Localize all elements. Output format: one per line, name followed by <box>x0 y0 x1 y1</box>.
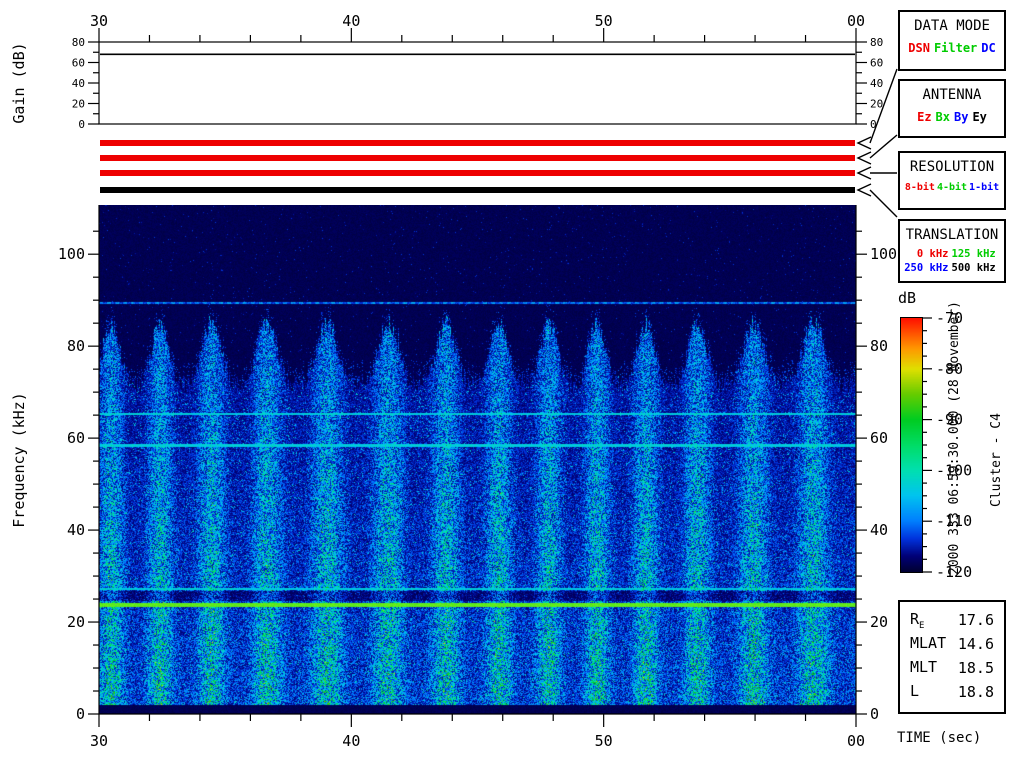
gain-ytick-label-left: 40 <box>72 77 85 90</box>
translation-500khz: 500 kHz <box>951 262 996 274</box>
data-mode-dc: DC <box>981 41 996 55</box>
gain-ytick-label-left: 80 <box>72 36 85 49</box>
time-tick-label-top: 00 <box>847 12 865 30</box>
freq-ytick-label-right: 60 <box>870 429 888 447</box>
time-tick-label-top: 30 <box>90 12 108 30</box>
colorbar-tick-label: -110 <box>936 512 972 530</box>
data-mode-title: DATA MODE <box>914 18 990 34</box>
gain-ytick-label-right: 20 <box>870 98 883 111</box>
resolution-arrow-head <box>856 166 872 180</box>
gain-ytick-label-right: 0 <box>870 118 877 131</box>
translation-arrow-line <box>869 189 898 218</box>
gain-axis-title: Gain (dB) <box>10 42 28 123</box>
datetime-vertical-label: 2000 333 06:59:30.000 (28 November) <box>947 301 962 575</box>
colorbar-tick-label: -100 <box>936 461 972 479</box>
colorbar-tick-label: -80 <box>936 360 963 378</box>
colorbar-title: dB <box>898 289 916 307</box>
spacecraft-vertical-label: Cluster - C4 <box>989 413 1004 507</box>
wbd-spectrogram-page: Gain (dB) Frequency (kHz) TIME (sec) dB … <box>0 0 1024 768</box>
translation-title: TRANSLATION <box>905 227 999 243</box>
freq-ytick-label-right: 20 <box>870 613 888 631</box>
gain-plot-frame <box>98 41 857 125</box>
gain-ytick-label-right: 40 <box>870 77 883 90</box>
time-tick-label-bottom: 30 <box>90 732 108 750</box>
freq-ytick-label-left: 60 <box>67 429 85 447</box>
resolution-4bit: 4-bit <box>936 182 968 193</box>
antenna-ey: Ey <box>972 110 987 124</box>
antenna-bx: Bx <box>935 110 950 124</box>
gain-ytick-label-left: 20 <box>72 98 85 111</box>
translation-row-2: 250 kHz 500 kHz <box>900 261 1004 275</box>
translation-0khz: 0 kHz <box>916 248 949 260</box>
freq-ytick-label-left: 80 <box>67 337 85 355</box>
l-value: 18.8 <box>957 683 994 701</box>
ephemeris-row-l: L 18.8 <box>910 681 994 702</box>
time-tick-label-bottom: 00 <box>847 732 865 750</box>
antenna-by: By <box>954 110 969 124</box>
ephemeris-row-mlt: MLT 18.5 <box>910 657 994 678</box>
freq-ytick-label-right: 100 <box>870 245 897 263</box>
colorbar-tick-label: -70 <box>936 309 963 327</box>
colorbar-tick-label: -120 <box>936 563 972 581</box>
translation-legend-box: TRANSLATION 0 kHz 125 kHz 250 kHz 500 kHz <box>898 219 1006 283</box>
resolution-legend-box: RESOLUTION 8-bit 4-bit 1-bit <box>898 151 1006 210</box>
mlat-value: 14.6 <box>957 635 994 653</box>
translation-row-1: 0 kHz 125 kHz <box>900 247 1004 261</box>
colorbar-tick-label: -90 <box>936 411 963 429</box>
data-mode-dsn: DSN <box>908 41 930 55</box>
antenna-values: Ez Bx By Ey <box>900 110 1004 124</box>
time-axis-title: TIME (sec) <box>897 730 981 746</box>
time-tick-label-top: 50 <box>595 12 613 30</box>
data-mode-filter: Filter <box>933 41 978 55</box>
freq-ytick-label-right: 0 <box>870 705 879 723</box>
data-mode-values: DSN Filter DC <box>900 41 1004 55</box>
freq-ytick-label-left: 0 <box>76 705 85 723</box>
translation-bar <box>100 187 855 193</box>
gain-ytick-label-left: 0 <box>78 118 85 131</box>
frequency-axis-title: Frequency (kHz) <box>10 392 28 527</box>
resolution-1bit: 1-bit <box>969 182 1000 193</box>
time-tick-label-bottom: 50 <box>595 732 613 750</box>
antenna-legend-box: ANTENNA Ez Bx By Ey <box>898 79 1006 138</box>
antenna-arrow-head <box>856 151 872 165</box>
freq-ytick-label-right: 80 <box>870 337 888 355</box>
antenna-ez: Ez <box>917 110 932 124</box>
mlt-value: 18.5 <box>957 659 994 677</box>
data-mode-arrow-head <box>856 136 872 150</box>
translation-250khz: 250 kHz <box>904 262 949 274</box>
re-value: 17.6 <box>957 611 994 629</box>
antenna-bar <box>100 155 855 161</box>
gain-ytick-label-left: 60 <box>72 57 85 70</box>
ephemeris-row-re: RE 17.6 <box>910 609 994 631</box>
resolution-values: 8-bit 4-bit 1-bit <box>900 182 1004 193</box>
resolution-8bit: 8-bit <box>904 182 935 193</box>
resolution-title: RESOLUTION <box>909 159 995 175</box>
data-mode-bar <box>100 140 855 146</box>
data-mode-legend-box: DATA MODE DSN Filter DC <box>898 10 1006 71</box>
time-tick-label-bottom: 40 <box>342 732 360 750</box>
gain-ytick-label-right: 80 <box>870 36 883 49</box>
resolution-bar <box>100 170 855 176</box>
freq-ytick-label-left: 20 <box>67 613 85 631</box>
translation-125khz: 125 kHz <box>951 248 996 260</box>
spectrogram-canvas <box>99 205 856 714</box>
ephemeris-box: RE 17.6 MLAT 14.6 MLT 18.5 L 18.8 <box>898 600 1006 714</box>
ephemeris-row-mlat: MLAT 14.6 <box>910 633 994 654</box>
data-mode-arrow-line <box>869 68 898 144</box>
time-tick-label-top: 40 <box>342 12 360 30</box>
translation-arrow-head <box>856 183 872 197</box>
colorbar-canvas <box>900 317 923 573</box>
antenna-title: ANTENNA <box>922 87 982 103</box>
freq-ytick-label-left: 40 <box>67 521 85 539</box>
antenna-arrow-line <box>869 134 898 159</box>
freq-ytick-label-right: 40 <box>870 521 888 539</box>
freq-ytick-label-left: 100 <box>58 245 85 263</box>
gain-ytick-label-right: 60 <box>870 57 883 70</box>
